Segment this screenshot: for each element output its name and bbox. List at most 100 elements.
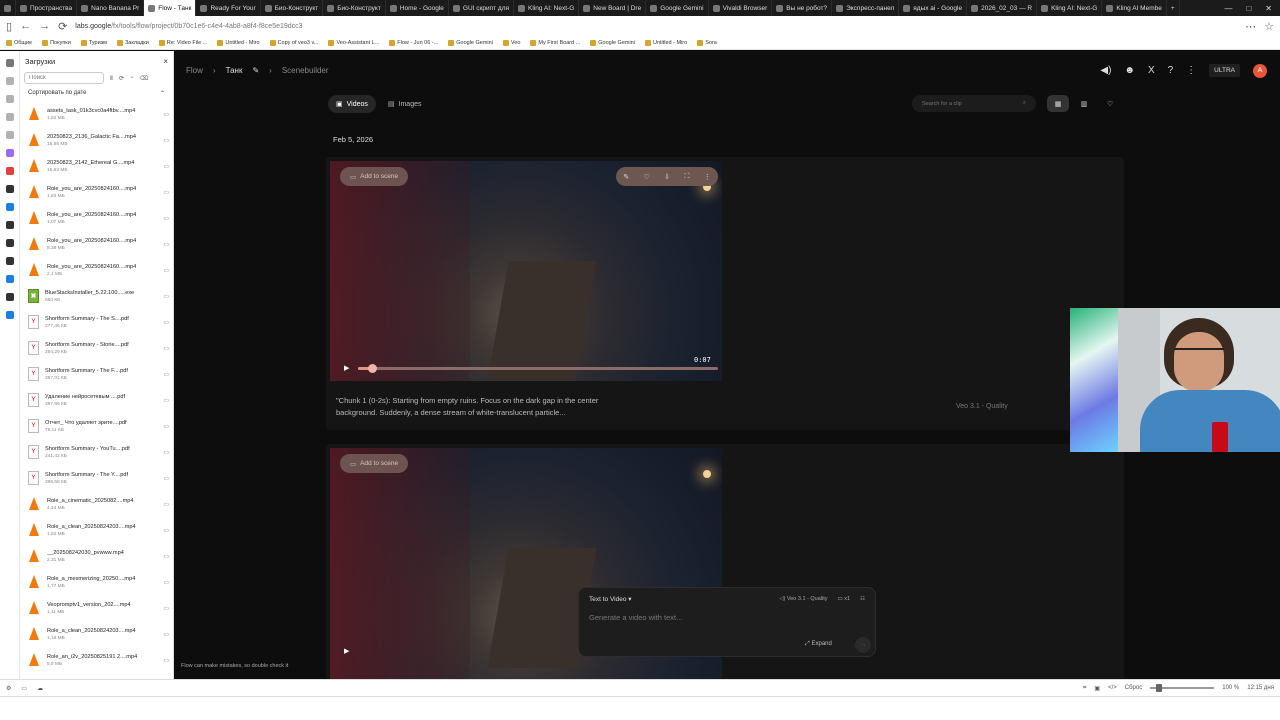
new-tab-button[interactable]: + — [1167, 0, 1180, 16]
forward-icon[interactable]: → — [39, 20, 50, 32]
bookmark-item[interactable]: Google Gemini — [448, 39, 493, 46]
aspect-select[interactable]: ▭ x1 — [838, 596, 851, 602]
open-folder-icon[interactable]: ▭ — [163, 449, 169, 456]
edit-icon[interactable]: ✎ — [623, 173, 629, 181]
tab-videos[interactable]: ▣ Videos — [328, 95, 376, 113]
bookmark-item[interactable]: Покупки — [42, 39, 71, 46]
browser-tab[interactable]: GUI скрипт для — [449, 0, 515, 16]
edit-project-icon[interactable]: ✎ — [252, 66, 259, 75]
browser-tab[interactable]: Экспресс-панел — [832, 0, 900, 16]
code-icon[interactable]: </> — [1108, 685, 1117, 691]
fullscreen-icon[interactable]: ⛶ — [684, 173, 689, 181]
browser-tab[interactable]: Home - Google — [386, 0, 449, 16]
open-folder-icon[interactable]: ▭ — [163, 319, 169, 326]
download-item[interactable]: assets_task_01k3cvc0a4ftbv....mp4 1,62 МБ… — [20, 101, 173, 127]
bookmark-item[interactable]: Veo — [502, 39, 520, 46]
mode-select[interactable]: Text to Video ▾ — [589, 595, 632, 603]
notes-icon[interactable] — [5, 95, 14, 103]
app-icon-5[interactable] — [5, 275, 14, 283]
browser-tab[interactable]: Vivaldi Browser — [709, 0, 773, 16]
download-item[interactable]: Role_a_cinematic_2025082....mp4 4,44 МБ ▭ — [20, 491, 173, 517]
downloads-sort[interactable]: Сортировать по дате ⌃ — [20, 85, 173, 101]
open-folder-icon[interactable]: ▭ — [163, 371, 169, 378]
download-item[interactable]: Role_you_are_20250824160....mp4 1,07 МБ ▭ — [20, 205, 173, 231]
download-item[interactable]: ▣ BlueStacksInstaller_5.22.100.....exe 850… — [20, 283, 173, 309]
grid-view-button[interactable]: ▦ — [1047, 95, 1069, 112]
zoom-slider[interactable] — [1150, 684, 1215, 692]
app-icon[interactable] — [5, 203, 14, 211]
avatar[interactable]: A — [1253, 63, 1267, 78]
open-folder-icon[interactable]: ▭ — [163, 631, 169, 638]
pause-icon[interactable]: Ⅱ — [110, 75, 113, 82]
download-item[interactable]: Y Shortform Summary - The F....pdf 357,01 … — [20, 361, 173, 387]
send-button[interactable]: → — [855, 637, 871, 653]
scrubber-handle[interactable] — [368, 364, 378, 373]
download-item[interactable]: 20250823_2142_Ethereal G....mp4 15,63 МБ ▭ — [20, 153, 173, 179]
favorites-button[interactable]: ♡ — [1099, 95, 1121, 112]
minus-icon[interactable]: − — [130, 75, 134, 81]
open-folder-icon[interactable]: ▭ — [163, 241, 169, 248]
open-folder-icon[interactable]: ▭ — [163, 657, 169, 664]
bookmark-item[interactable]: Re: Video File ... — [158, 39, 207, 46]
search-clip-input[interactable]: Search for a clip ⌕ — [912, 95, 1036, 112]
download-item[interactable]: Role_a_mesmerizing_20250....mp4 1,77 МБ ▭ — [20, 569, 173, 595]
expand-button[interactable]: ⤢ Expand — [805, 641, 832, 648]
browser-tab[interactable]: Flow - Танк — [144, 0, 197, 16]
url-field[interactable]: labs.google /fx/tools/flow/project/0b70c… — [75, 19, 1237, 33]
close-icon[interactable]: × — [163, 57, 168, 66]
video-player[interactable]: ▭ Add to scene ✎ ♡ ⇩ ⛶ ⋮ ▶ 0:07 — [330, 161, 722, 381]
capture-icon[interactable]: ⌗ — [1083, 685, 1086, 692]
mail-icon[interactable] — [5, 113, 14, 121]
play-icon[interactable]: ▶ — [344, 364, 349, 372]
browser-tab[interactable]: Пространства — [16, 0, 78, 16]
reload-icon[interactable]: ⟳ — [58, 20, 67, 33]
app-icon-3[interactable] — [5, 239, 14, 247]
breadcrumb-project[interactable]: Танк — [226, 66, 243, 75]
download-item[interactable]: __202508242030_pvwww.mp4 2,31 МБ ▭ — [20, 543, 173, 569]
x-icon[interactable]: X — [1148, 65, 1155, 76]
download-item[interactable]: Role_an_i2v_20250825191 2....mp4 5,8 МБ ▭ — [20, 647, 173, 673]
download-item[interactable]: Y Удаление нейросетевым ....pdf 387,69 КБ ▭ — [20, 387, 173, 413]
bookmark-item[interactable]: Untitled - Miro — [644, 39, 687, 46]
download-item[interactable]: Y Shortform Summary - Storie....pdf 264,29… — [20, 335, 173, 361]
bookmark-item[interactable]: Google Gemini — [590, 39, 635, 46]
open-folder-icon[interactable]: ▭ — [163, 501, 169, 508]
vivaldi-icon[interactable] — [5, 167, 14, 175]
browser-tab[interactable]: Kling AI Membe — [1102, 0, 1167, 16]
bookmark-item[interactable]: Туризм — [80, 39, 107, 46]
download-item[interactable]: Role_you_are_20250824160....mp4 1,83 МБ ▭ — [20, 179, 173, 205]
download-item[interactable]: Veopromptv1_version_202....mp4 1,11 МБ ▭ — [20, 595, 173, 621]
open-folder-icon[interactable]: ▭ — [163, 553, 169, 560]
browser-tab[interactable]: New Board | Dre — [579, 0, 647, 16]
browser-tab[interactable]: Ready For Your — [196, 0, 261, 16]
refresh-icon[interactable]: ⟳ — [119, 75, 124, 82]
play-icon[interactable]: ▶ — [344, 647, 349, 655]
model-select[interactable]: ◁) Veo 3.1 - Quality — [779, 596, 827, 602]
calendar-icon[interactable] — [5, 131, 14, 139]
browser-tab[interactable]: Био-Конструкт — [323, 0, 386, 16]
window-icon[interactable]: ▭ — [21, 685, 27, 692]
browser-tab[interactable]: ядых ai - Google — [899, 0, 968, 16]
app-icon-2[interactable] — [5, 221, 14, 229]
browser-tab[interactable]: Kling AI: Next-G — [514, 0, 580, 16]
more-icon[interactable]: ⋮ — [704, 173, 711, 181]
open-folder-icon[interactable]: ▭ — [163, 163, 169, 170]
tab-images[interactable]: ▤ Images — [380, 95, 430, 113]
open-folder-icon[interactable]: ▭ — [163, 605, 169, 612]
app-icon-4[interactable] — [5, 257, 14, 265]
download-item[interactable]: Role_you_are_20250824160....mp4 8,38 МБ ▭ — [20, 231, 173, 257]
bookmark-item[interactable]: Veo-Assistant L... — [328, 39, 379, 46]
reset-zoom-button[interactable]: Сброс — [1125, 685, 1142, 691]
speaker-icon[interactable]: ◀) — [1100, 65, 1111, 76]
open-folder-icon[interactable]: ▭ — [163, 293, 169, 300]
list-view-button[interactable]: ▥ — [1073, 95, 1095, 112]
heart-icon[interactable]: ♡ — [643, 173, 649, 181]
downloads-search-input[interactable] — [24, 72, 104, 84]
browser-tab[interactable]: Nano Banana Pr — [77, 0, 145, 16]
extension-icon[interactable] — [5, 149, 14, 157]
download-item[interactable]: Y Отчет_ Что удаляет зрите....pdf 75,11 КБ… — [20, 413, 173, 439]
breadcrumb-root[interactable]: Flow — [186, 66, 203, 75]
app-icon-7[interactable] — [5, 311, 14, 319]
discord-icon[interactable]: ☻ — [1124, 65, 1135, 76]
close-window-icon[interactable]: ✕ — [1265, 4, 1272, 13]
